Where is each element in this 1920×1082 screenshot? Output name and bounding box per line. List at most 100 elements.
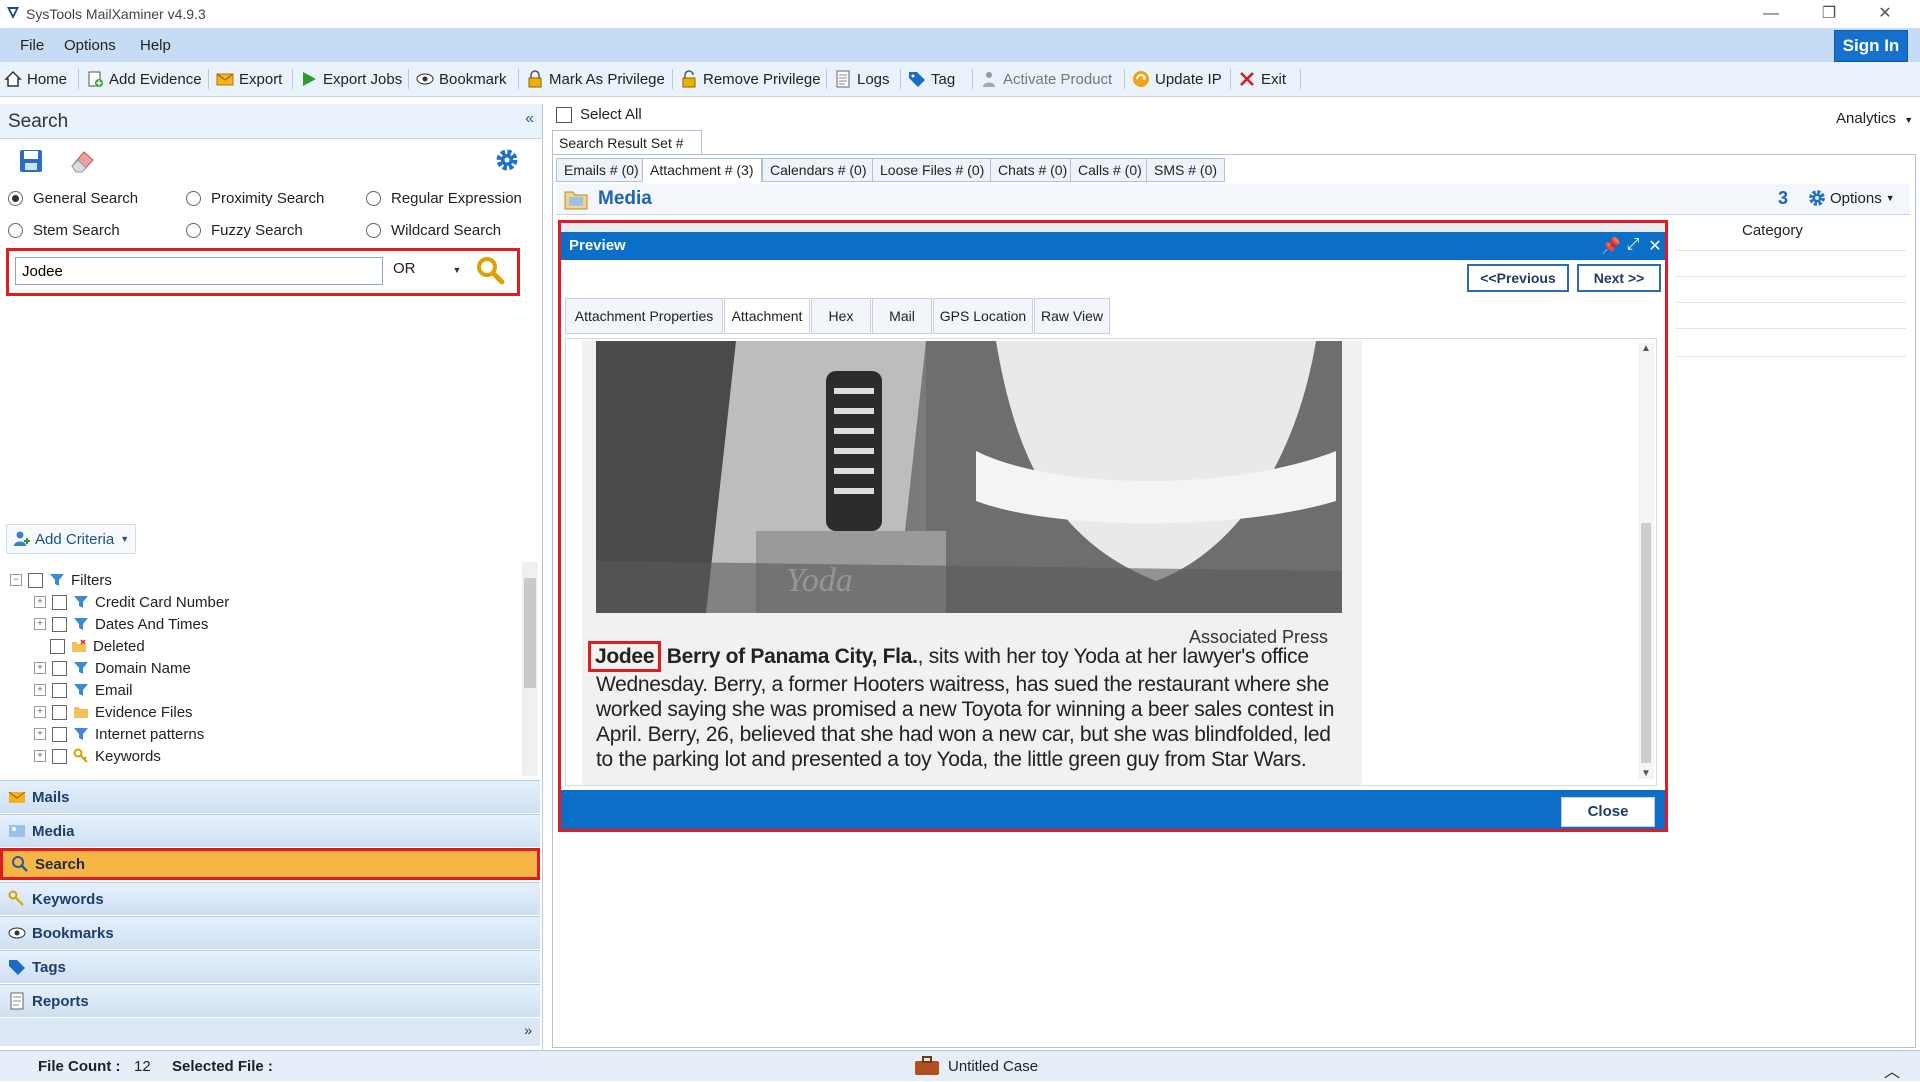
tab-attachment-view[interactable]: Attachment [724,298,810,334]
scroll-up-icon[interactable]: ▲ [1641,343,1651,354]
nav-search[interactable]: Search [0,848,540,880]
nav-tags[interactable]: Tags [0,950,540,983]
add-criteria-button[interactable]: Add Criteria ▼ [6,524,137,554]
checkbox[interactable] [52,594,67,610]
scroll-down-icon[interactable]: ▼ [1641,768,1651,779]
tab-attachment[interactable]: Attachment # (3) [642,158,762,182]
add-evidence-button[interactable]: Add Evidence [86,68,202,90]
tab-raw-view[interactable]: Raw View [1034,298,1110,334]
preview-scrollbar[interactable]: ▲ ▼ [1638,343,1654,779]
menu-file[interactable]: File [20,37,44,54]
pin-icon[interactable]: 📌 [1601,236,1621,256]
menu-options[interactable]: Options [64,37,116,54]
analytics-dropdown[interactable]: Analytics ▼ [1836,110,1913,127]
chevron-right-icon[interactable]: » [524,1022,532,1038]
checkbox[interactable] [52,660,67,676]
mark-privilege-button[interactable]: Mark As Privilege [526,68,665,90]
tab-calls[interactable]: Calls # (0) [1070,158,1150,182]
category-column-header[interactable]: Category [1742,222,1803,239]
expand-icon[interactable]: + [34,684,46,696]
tab-hex[interactable]: Hex [811,298,871,334]
close-icon[interactable]: ✕ [1645,236,1665,256]
wildcard-search-radio[interactable]: Wildcard Search [366,222,501,239]
update-ip-button[interactable]: Update IP [1132,68,1222,90]
eraser-icon[interactable] [68,148,96,174]
select-all-checkbox[interactable]: Select All [556,106,642,123]
activate-product-button[interactable]: Activate Product [980,68,1112,90]
regular-expression-radio[interactable]: Regular Expression [366,190,522,207]
checkbox[interactable] [52,704,67,720]
tab-calendars[interactable]: Calendars # (0) [762,158,875,182]
filter-dates[interactable]: + Dates And Times [34,614,208,634]
expand-icon[interactable]: + [34,728,46,740]
minimize-icon[interactable]: — [1748,2,1794,26]
filter-internet[interactable]: + Internet patterns [34,724,204,744]
bookmark-button[interactable]: Bookmark [416,68,507,90]
search-result-set-tab[interactable]: Search Result Set # (3) [552,130,702,167]
nav-reports[interactable]: Reports [0,984,540,1017]
tab-emails[interactable]: Emails # (0) [556,158,647,182]
stem-search-radio[interactable]: Stem Search [8,222,120,239]
gear-icon[interactable] [495,148,519,172]
general-search-radio[interactable]: General Search [8,190,138,207]
save-icon[interactable] [18,148,44,174]
checkbox[interactable] [50,638,65,654]
expand-icon[interactable]: + [34,596,46,608]
chevron-down-icon[interactable]: ▼ [449,257,465,283]
home-button[interactable]: Home [4,68,67,90]
checkbox[interactable] [52,726,67,742]
tab-mail[interactable]: Mail [872,298,932,334]
search-input[interactable] [15,257,383,285]
tab-sms[interactable]: SMS # (0) [1146,158,1226,182]
checkbox[interactable] [52,682,67,698]
search-icon[interactable] [475,255,505,285]
tab-loose-files[interactable]: Loose Files # (0) [872,158,993,182]
nav-mails[interactable]: Mails [0,780,540,813]
menu-help[interactable]: Help [140,37,171,54]
expand-icon[interactable]: + [34,750,46,762]
expand-icon[interactable]: + [34,706,46,718]
logs-button[interactable]: Logs [834,68,890,90]
sign-in-button[interactable]: Sign In [1834,30,1908,62]
scroll-thumb[interactable] [1641,523,1651,763]
tab-gps-location[interactable]: GPS Location [933,298,1033,334]
checkbox[interactable] [52,616,67,632]
nav-keywords[interactable]: Keywords [0,882,540,915]
filter-deleted[interactable]: Deleted [50,636,145,656]
export-jobs-button[interactable]: Export Jobs [300,68,402,90]
collapse-icon[interactable]: − [10,574,22,586]
nav-media[interactable]: Media [0,814,540,847]
next-button[interactable]: Next >> [1577,264,1661,292]
expand-icon[interactable]: + [34,662,46,674]
checkbox[interactable] [52,748,67,764]
tab-attachment-properties[interactable]: Attachment Properties [565,298,723,334]
nav-overflow[interactable]: » [0,1018,540,1046]
checkbox[interactable] [28,572,43,588]
nav-label: Media [32,822,75,840]
previous-button[interactable]: <<Previous [1467,264,1569,292]
chevron-up-icon[interactable]: ︿ [1884,1058,1900,1082]
close-button[interactable]: Close [1561,797,1655,827]
exit-button[interactable]: Exit [1238,68,1286,90]
filters-root[interactable]: − Filters [10,570,112,590]
filter-domain[interactable]: + Domain Name [34,658,191,678]
fuzzy-search-radio[interactable]: Fuzzy Search [186,222,303,239]
filter-evidence[interactable]: + Evidence Files [34,702,193,722]
export-button[interactable]: Export [216,68,282,90]
close-window-icon[interactable]: ✕ [1862,2,1908,26]
restore-icon[interactable]: ❐ [1806,2,1852,26]
proximity-search-radio[interactable]: Proximity Search [186,190,324,207]
remove-privilege-button[interactable]: Remove Privilege [680,68,821,90]
filter-credit-card[interactable]: + Credit Card Number [34,592,229,612]
options-dropdown[interactable]: Options ▼ [1808,189,1895,207]
tab-chats[interactable]: Chats # (0) [990,158,1076,182]
tree-scrollbar[interactable] [522,562,538,776]
collapse-panel-icon[interactable]: « [525,110,534,128]
filter-email[interactable]: + Email [34,680,133,700]
maximize-icon[interactable]: ⤢ [1623,236,1643,254]
filter-keywords[interactable]: + Keywords [34,746,161,766]
expand-icon[interactable]: + [34,618,46,630]
nav-bookmarks[interactable]: Bookmarks [0,916,540,949]
operator-select[interactable]: OR [393,260,416,277]
tag-button[interactable]: Tag [908,68,955,90]
